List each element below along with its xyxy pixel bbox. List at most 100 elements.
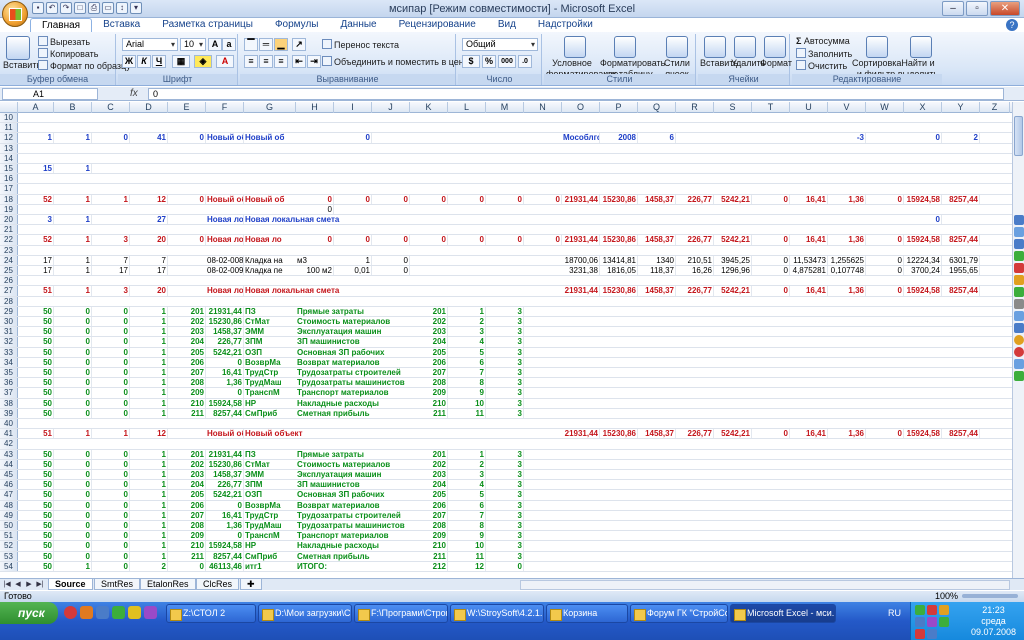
format-as-table-icon[interactable] xyxy=(614,36,636,58)
bold-button[interactable]: Ж xyxy=(122,55,136,68)
cell-f54[interactable]: 46113,46 xyxy=(206,561,244,571)
column-header-r[interactable]: R xyxy=(676,102,714,113)
tab-0[interactable]: Главная xyxy=(30,18,93,32)
column-header-f[interactable]: F xyxy=(206,102,244,113)
cell-f18[interactable]: Новый об xyxy=(206,194,244,204)
row-header[interactable]: 45 xyxy=(0,470,18,480)
cell-d20[interactable]: 27 xyxy=(130,215,168,225)
cell-g46[interactable]: ЗПМ xyxy=(244,480,296,489)
tool-6-icon[interactable] xyxy=(1014,275,1024,285)
row-header[interactable]: 38 xyxy=(0,398,18,408)
tray-8-icon[interactable] xyxy=(927,629,937,639)
cell-d49[interactable]: 1 xyxy=(130,510,168,520)
cell-b35[interactable]: 0 xyxy=(54,368,92,378)
cell-b27[interactable]: 1 xyxy=(54,286,92,296)
cell-g35[interactable]: ТрудСтр xyxy=(244,368,296,377)
cell-d52[interactable]: 1 xyxy=(130,541,168,551)
cell-a33[interactable]: 50 xyxy=(18,347,54,357)
cell-b22[interactable]: 1 xyxy=(54,235,92,245)
align-right-icon[interactable]: ≡ xyxy=(274,55,288,68)
cell-h48[interactable]: Возврат материалов xyxy=(296,501,410,510)
cell-c36[interactable]: 0 xyxy=(92,378,130,388)
cell-m47[interactable]: 3 xyxy=(486,490,524,500)
cell-m38[interactable]: 3 xyxy=(486,398,524,408)
cell-c37[interactable]: 0 xyxy=(92,388,130,398)
cell-x24[interactable]: 12224,34 xyxy=(904,255,942,265)
cell-h32[interactable]: ЗП машинистов xyxy=(296,337,410,346)
cell-y25[interactable]: 1955,65 xyxy=(942,266,980,276)
cell-b45[interactable]: 0 xyxy=(54,470,92,480)
cell-f22[interactable]: Новая ло xyxy=(206,235,244,245)
cell-a38[interactable]: 50 xyxy=(18,398,54,408)
cell-h30[interactable]: Стоимость материалов xyxy=(296,317,410,326)
column-header-e[interactable]: E xyxy=(168,102,206,113)
cell-h29[interactable]: Прямые затраты xyxy=(296,307,410,316)
name-box[interactable]: A1 xyxy=(2,88,98,100)
cell-t25[interactable]: 0 xyxy=(752,266,790,276)
cell-b38[interactable]: 0 xyxy=(54,398,92,408)
cell-l43[interactable]: 1 xyxy=(448,449,486,459)
row-header[interactable]: 11 xyxy=(0,123,18,133)
row-header[interactable]: 50 xyxy=(0,521,18,531)
cell-x20[interactable]: 0 xyxy=(904,215,942,225)
cell-c25[interactable]: 17 xyxy=(92,266,130,276)
cell-b18[interactable]: 1 xyxy=(54,194,92,204)
tool-5-icon[interactable] xyxy=(1014,263,1024,273)
cell-l48[interactable]: 6 xyxy=(448,500,486,510)
cell-b20[interactable]: 1 xyxy=(54,215,92,225)
cell-o24[interactable]: 18700,06 xyxy=(562,255,600,265)
cell-l32[interactable]: 4 xyxy=(448,337,486,347)
cell-p18[interactable]: 15230,86 xyxy=(600,194,638,204)
cell-r25[interactable]: 16,26 xyxy=(676,266,714,276)
cell-c31[interactable]: 0 xyxy=(92,327,130,337)
cell-g48[interactable]: ВозврМа xyxy=(244,501,296,510)
cell-w27[interactable]: 0 xyxy=(866,286,904,296)
cell-v27[interactable]: 1,36 xyxy=(828,286,866,296)
row-header[interactable]: 32 xyxy=(0,337,18,347)
cell-f32[interactable]: 226,77 xyxy=(206,337,244,347)
cell-o22[interactable]: 21931,44 xyxy=(562,235,600,245)
cell-b12[interactable]: 1 xyxy=(54,133,92,143)
cell-m30[interactable]: 3 xyxy=(486,317,524,327)
row-header[interactable]: 33 xyxy=(0,347,18,357)
cell-l38[interactable]: 10 xyxy=(448,398,486,408)
cell-a31[interactable]: 50 xyxy=(18,327,54,337)
cell-h53[interactable]: Сметная прибыль xyxy=(296,552,410,561)
cell-e49[interactable]: 207 xyxy=(168,510,206,520)
cell-a50[interactable]: 50 xyxy=(18,521,54,531)
cell-h43[interactable]: Прямые затраты xyxy=(296,450,410,459)
select-all-corner[interactable] xyxy=(0,102,18,113)
cell-e39[interactable]: 211 xyxy=(168,408,206,418)
stop-icon[interactable] xyxy=(1014,347,1024,357)
cell-a43[interactable]: 50 xyxy=(18,449,54,459)
cell-m36[interactable]: 3 xyxy=(486,378,524,388)
cell-i24[interactable]: 1 xyxy=(334,255,372,265)
cell-l53[interactable]: 11 xyxy=(448,551,486,561)
cell-f20[interactable]: Новая ло xyxy=(206,215,244,225)
cell-a37[interactable]: 50 xyxy=(18,388,54,398)
cell-b29[interactable]: 0 xyxy=(54,306,92,316)
row-header[interactable]: 34 xyxy=(0,357,18,367)
cell-m33[interactable]: 3 xyxy=(486,347,524,357)
cell-h51[interactable]: Транспорт материалов xyxy=(296,531,410,540)
cell-c35[interactable]: 0 xyxy=(92,368,130,378)
cell-b49[interactable]: 0 xyxy=(54,510,92,520)
cell-i25[interactable]: 0,01 xyxy=(334,266,372,276)
cell-g44[interactable]: СтМат xyxy=(244,460,296,469)
cell-u22[interactable]: 16,41 xyxy=(790,235,828,245)
cell-e43[interactable]: 201 xyxy=(168,449,206,459)
cell-s25[interactable]: 1296,96 xyxy=(714,266,752,276)
cell-l39[interactable]: 11 xyxy=(448,408,486,418)
help-icon[interactable]: ? xyxy=(1006,19,1018,31)
tray-2-icon[interactable] xyxy=(927,605,937,615)
cell-h22[interactable]: 0 xyxy=(296,235,334,245)
cell-d39[interactable]: 1 xyxy=(130,408,168,418)
cell-r41[interactable]: 226,77 xyxy=(676,429,714,439)
taskbar-item-0[interactable]: Z:\СТОЛ 2 xyxy=(166,604,256,623)
cell-g31[interactable]: ЭММ xyxy=(244,327,296,336)
cell-b32[interactable]: 0 xyxy=(54,337,92,347)
cell-e53[interactable]: 211 xyxy=(168,551,206,561)
row-header[interactable]: 43 xyxy=(0,449,18,459)
cell-e48[interactable]: 206 xyxy=(168,500,206,510)
tool-3-icon[interactable] xyxy=(1014,239,1024,249)
